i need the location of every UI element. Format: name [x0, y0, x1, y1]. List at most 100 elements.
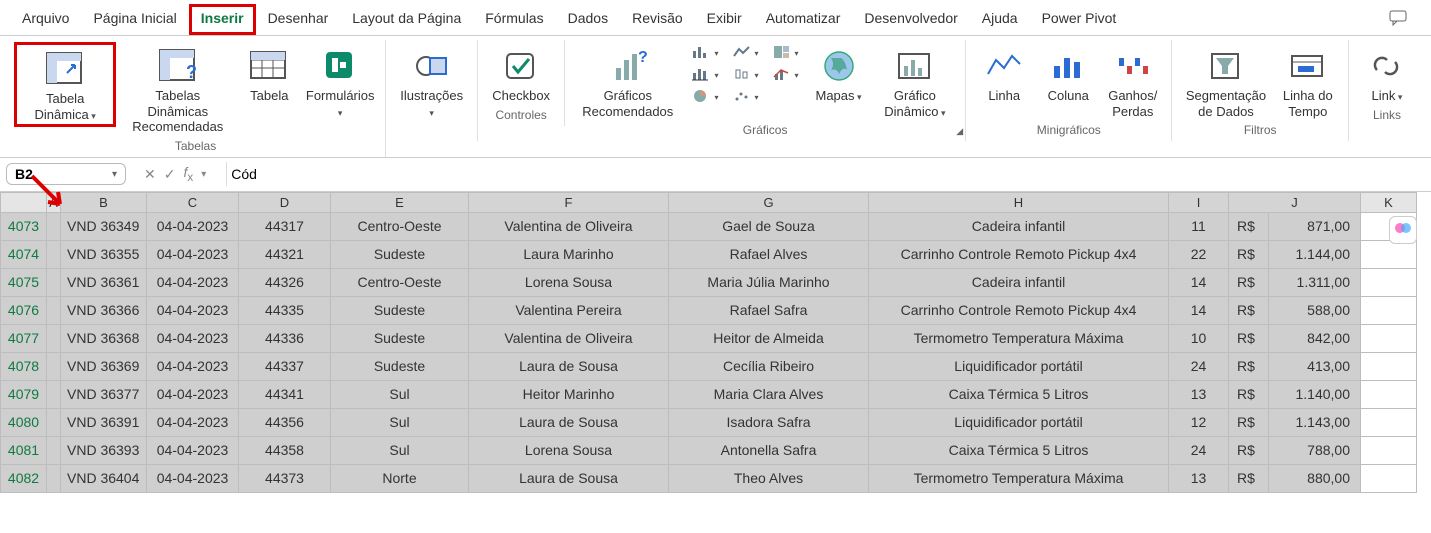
- cell[interactable]: [1361, 352, 1417, 380]
- cell[interactable]: 04-04-2023: [147, 268, 239, 296]
- recommended-pivot-button[interactable]: ? Tabelas Dinâmicas Recomendadas: [120, 42, 235, 137]
- row-header[interactable]: 4076: [1, 296, 47, 324]
- cell[interactable]: 1.144,00: [1269, 240, 1361, 268]
- cell[interactable]: 12: [1169, 408, 1229, 436]
- cell[interactable]: R$: [1229, 268, 1269, 296]
- cell[interactable]: Liquidificador portátil: [869, 352, 1169, 380]
- cell[interactable]: R$: [1229, 212, 1269, 240]
- cell[interactable]: Laura de Sousa: [469, 352, 669, 380]
- row-header[interactable]: 4073: [1, 212, 47, 240]
- sparkline-winloss-button[interactable]: Ganhos/ Perdas: [1102, 42, 1163, 121]
- cell[interactable]: Heitor de Almeida: [669, 324, 869, 352]
- cell[interactable]: Lorena Sousa: [469, 268, 669, 296]
- cell[interactable]: 1.311,00: [1269, 268, 1361, 296]
- cell[interactable]: Carrinho Controle Remoto Pickup 4x4: [869, 296, 1169, 324]
- cell[interactable]: 44341: [239, 380, 331, 408]
- row-header[interactable]: 4075: [1, 268, 47, 296]
- cell[interactable]: R$: [1229, 324, 1269, 352]
- cell[interactable]: Norte: [331, 464, 469, 492]
- cell[interactable]: [47, 380, 61, 408]
- cell[interactable]: Sul: [331, 380, 469, 408]
- row-header[interactable]: 4074: [1, 240, 47, 268]
- cell[interactable]: Sul: [331, 436, 469, 464]
- cell[interactable]: 1.143,00: [1269, 408, 1361, 436]
- cell[interactable]: Liquidificador portátil: [869, 408, 1169, 436]
- col-header-c[interactable]: C: [147, 192, 239, 212]
- cell[interactable]: Valentina de Oliveira: [469, 212, 669, 240]
- fx-icon[interactable]: fx: [183, 164, 193, 184]
- cell[interactable]: [1361, 240, 1417, 268]
- cell[interactable]: Caixa Térmica 5 Litros: [869, 380, 1169, 408]
- cell[interactable]: 04-04-2023: [147, 352, 239, 380]
- cell[interactable]: [1361, 296, 1417, 324]
- cell[interactable]: 04-04-2023: [147, 296, 239, 324]
- table-button[interactable]: Tabela: [239, 42, 299, 106]
- cell[interactable]: R$: [1229, 240, 1269, 268]
- cell[interactable]: VND 36368: [61, 324, 147, 352]
- cell[interactable]: [47, 464, 61, 492]
- cell[interactable]: Laura de Sousa: [469, 408, 669, 436]
- formula-input[interactable]: [226, 162, 1425, 186]
- cell[interactable]: 880,00: [1269, 464, 1361, 492]
- cell[interactable]: 04-04-2023: [147, 324, 239, 352]
- cell[interactable]: 44326: [239, 268, 331, 296]
- cell[interactable]: [47, 408, 61, 436]
- line-chart-button[interactable]: [727, 42, 765, 62]
- cell[interactable]: 14: [1169, 296, 1229, 324]
- cell[interactable]: Heitor Marinho: [469, 380, 669, 408]
- cell[interactable]: [1361, 436, 1417, 464]
- graficos-launcher-icon[interactable]: ◢: [956, 126, 963, 137]
- cell[interactable]: [1361, 380, 1417, 408]
- pivot-table-button[interactable]: Tabela Dinâmica: [14, 42, 116, 127]
- chevron-down-icon[interactable]: ▾: [112, 169, 117, 180]
- cell[interactable]: Centro-Oeste: [331, 212, 469, 240]
- cell[interactable]: Cadeira infantil: [869, 268, 1169, 296]
- cell[interactable]: [47, 268, 61, 296]
- menu-automatizar[interactable]: Automatizar: [754, 4, 853, 35]
- cell[interactable]: Sudeste: [331, 352, 469, 380]
- cell[interactable]: [47, 352, 61, 380]
- menu-arquivo[interactable]: Arquivo: [10, 4, 81, 35]
- cell[interactable]: [1361, 408, 1417, 436]
- menu-dados[interactable]: Dados: [556, 4, 620, 35]
- row-header[interactable]: 4079: [1, 380, 47, 408]
- row-header[interactable]: 4078: [1, 352, 47, 380]
- menu-inserir[interactable]: Inserir: [189, 4, 256, 35]
- cell[interactable]: Cecília Ribeiro: [669, 352, 869, 380]
- cell[interactable]: 13: [1169, 380, 1229, 408]
- cell[interactable]: R$: [1229, 352, 1269, 380]
- col-header-g[interactable]: G: [669, 192, 869, 212]
- select-all-corner[interactable]: [1, 192, 47, 212]
- cell[interactable]: 04-04-2023: [147, 240, 239, 268]
- cell[interactable]: Sudeste: [331, 324, 469, 352]
- timeline-button[interactable]: Linha do Tempo: [1276, 42, 1340, 121]
- cell[interactable]: 11: [1169, 212, 1229, 240]
- cell[interactable]: Theo Alves: [669, 464, 869, 492]
- cell[interactable]: Valentina Pereira: [469, 296, 669, 324]
- cell[interactable]: VND 36393: [61, 436, 147, 464]
- col-header-i[interactable]: I: [1169, 192, 1229, 212]
- menu-layout[interactable]: Layout da Página: [340, 4, 473, 35]
- cell[interactable]: 13: [1169, 464, 1229, 492]
- menu-formulas[interactable]: Fórmulas: [473, 4, 555, 35]
- cell[interactable]: [1361, 268, 1417, 296]
- statistic-chart-button[interactable]: [727, 64, 765, 84]
- checkbox-button[interactable]: Checkbox: [486, 42, 556, 106]
- cell[interactable]: Sudeste: [331, 240, 469, 268]
- column-chart-button[interactable]: [686, 42, 724, 62]
- cell[interactable]: Cadeira infantil: [869, 212, 1169, 240]
- cell[interactable]: [47, 324, 61, 352]
- col-header-j[interactable]: J: [1229, 192, 1361, 212]
- name-box[interactable]: ▾: [6, 163, 126, 185]
- forms-button[interactable]: Formulários: [303, 42, 377, 121]
- menu-desenhar[interactable]: Desenhar: [256, 4, 341, 35]
- cell[interactable]: Centro-Oeste: [331, 268, 469, 296]
- cell[interactable]: R$: [1229, 464, 1269, 492]
- col-header-e[interactable]: E: [331, 192, 469, 212]
- cell[interactable]: Rafael Alves: [669, 240, 869, 268]
- cell[interactable]: 10: [1169, 324, 1229, 352]
- cell[interactable]: 44358: [239, 436, 331, 464]
- comments-icon[interactable]: [1377, 4, 1421, 35]
- col-header-a[interactable]: A: [47, 192, 61, 212]
- row-header[interactable]: 4081: [1, 436, 47, 464]
